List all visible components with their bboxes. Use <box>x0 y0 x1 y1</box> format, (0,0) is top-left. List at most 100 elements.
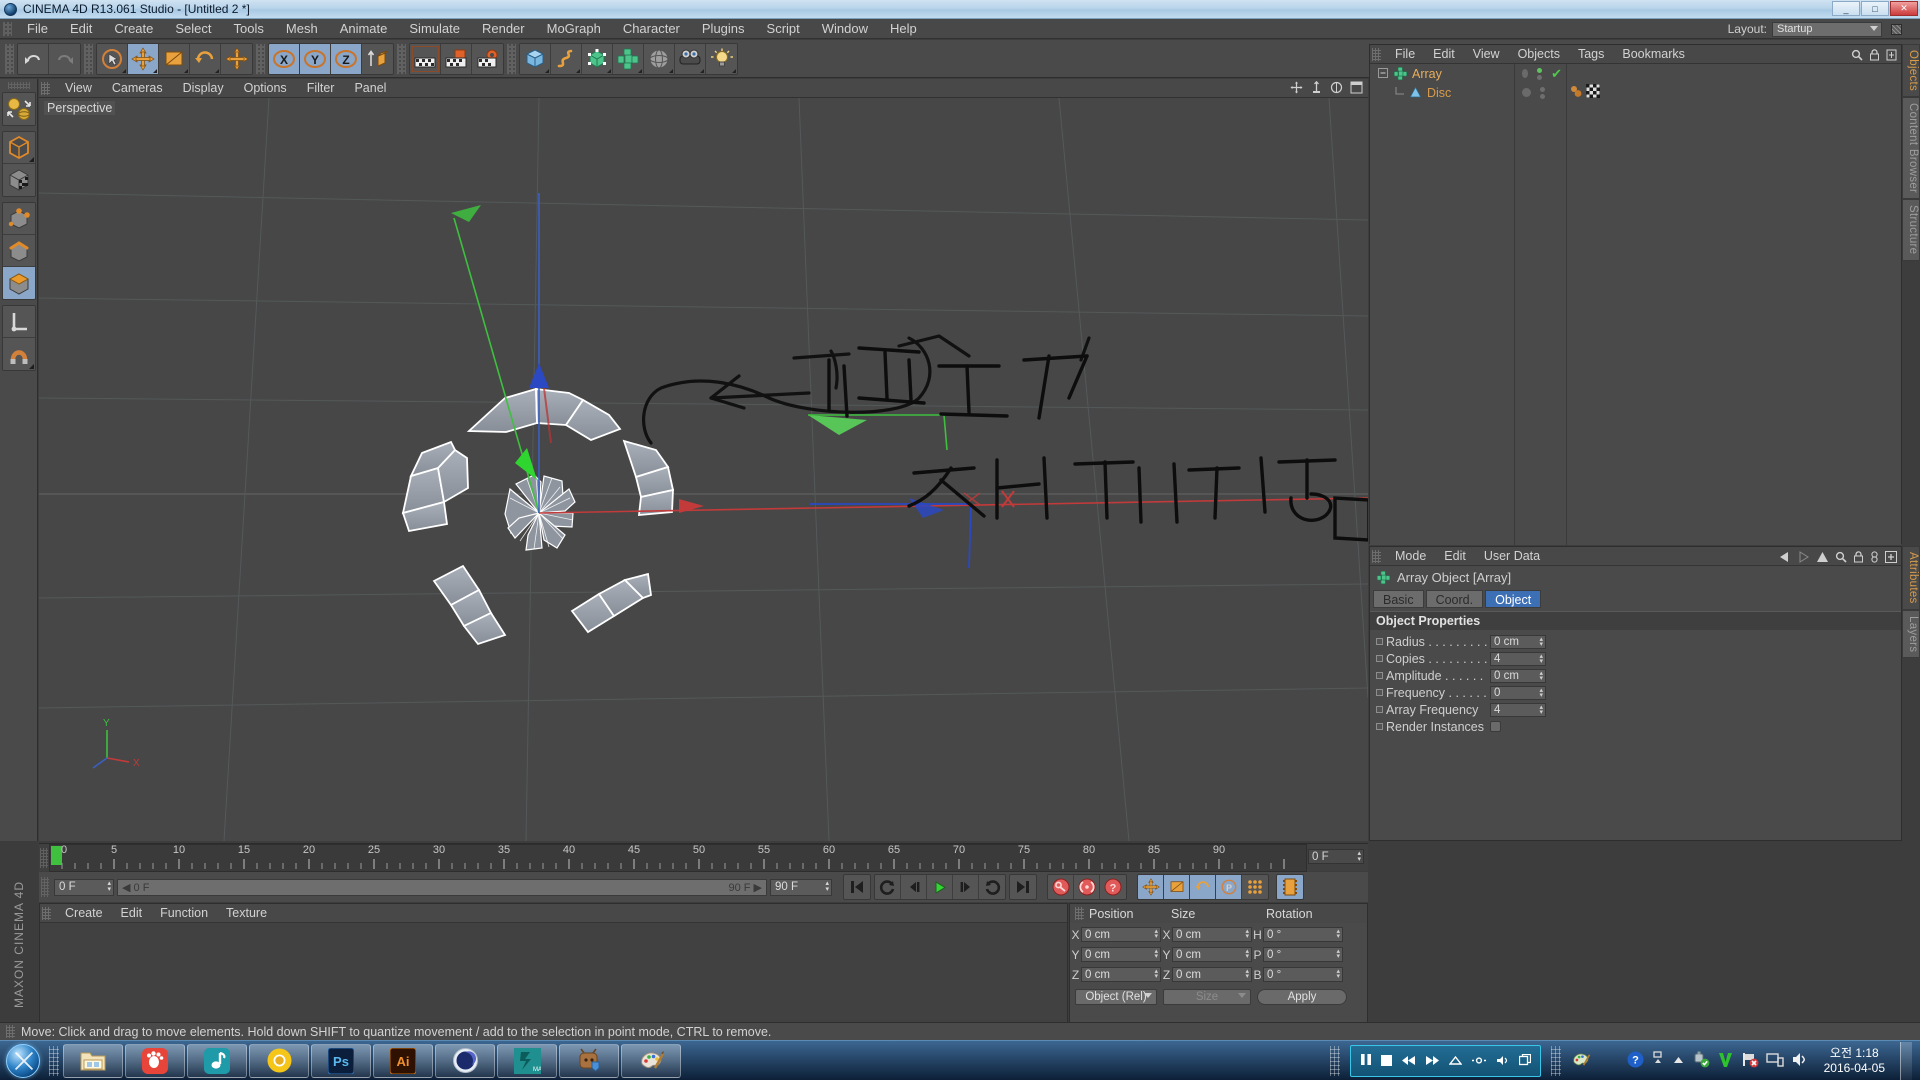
menu-mograph[interactable]: MoGraph <box>536 19 612 39</box>
size-z-field[interactable]: 0 cm ▴ ▾ <box>1172 967 1252 982</box>
property-bullet-icon[interactable] <box>1376 672 1383 679</box>
zoom-view-icon[interactable] <box>1310 80 1323 97</box>
spinner-icon[interactable]: ▴ ▾ <box>1336 948 1340 960</box>
property-field-radius[interactable]: 0 cm ▴ ▾ <box>1490 634 1546 649</box>
render-view-button[interactable] <box>410 43 441 74</box>
tab-coord[interactable]: Coord. <box>1425 590 1484 608</box>
taskbar-illustrator[interactable]: Ai <box>373 1043 433 1078</box>
tray-grip[interactable] <box>1329 1046 1340 1076</box>
add-camera-button[interactable] <box>675 43 706 74</box>
search-icon[interactable] <box>1851 48 1863 64</box>
menu-character[interactable]: Character <box>612 19 691 39</box>
property-field-copies[interactable]: 4 ▴ ▾ <box>1490 651 1546 666</box>
menu-render[interactable]: Render <box>471 19 536 39</box>
property-bullet-icon[interactable] <box>1376 723 1383 730</box>
spinner-icon[interactable]: ▴ ▾ <box>1357 850 1361 863</box>
viewport-menu-view[interactable]: View <box>55 79 102 98</box>
animation-toolbar-grip[interactable] <box>41 877 49 897</box>
tray-flag-error-icon[interactable] <box>1741 1051 1759 1071</box>
forward-arrow-icon[interactable] <box>1797 550 1810 566</box>
toolbar-grip-3[interactable] <box>256 43 265 74</box>
attr-menu-mode[interactable]: Mode <box>1386 547 1435 566</box>
media-eject-button[interactable] <box>1448 1053 1463 1069</box>
visibility-dots[interactable] <box>1540 86 1545 99</box>
timeline-button[interactable] <box>1277 875 1303 899</box>
viewport-menu-options[interactable]: Options <box>234 79 297 98</box>
position-x-field[interactable]: 0 cm ▴ ▾ <box>1081 927 1161 942</box>
media-pause-button[interactable] <box>1360 1053 1372 1069</box>
frame-range-slider[interactable]: ◀ 0 F 90 F ▶ <box>117 878 767 896</box>
taskbar-3dsmax[interactable]: MAX <box>497 1043 557 1078</box>
tray-antivirus-icon[interactable] <box>1717 1051 1734 1071</box>
size-x-field[interactable]: 0 cm ▴ ▾ <box>1172 927 1252 942</box>
menu-file[interactable]: File <box>16 19 59 39</box>
goto-end-button[interactable] <box>1010 875 1036 899</box>
apply-button[interactable]: Apply <box>1257 988 1347 1005</box>
property-field-amplitude[interactable]: 0 cm ▴ ▾ <box>1490 668 1546 683</box>
undo-button[interactable] <box>18 43 49 74</box>
palette-grip[interactable] <box>7 82 30 89</box>
spinner-icon[interactable]: ▴ ▾ <box>1336 968 1340 980</box>
side-tab-structure[interactable]: Structure <box>1902 199 1920 261</box>
polygons-mode-button[interactable] <box>2 267 35 299</box>
goto-start-button[interactable] <box>844 875 870 899</box>
status-bar-grip[interactable] <box>6 1025 15 1038</box>
record-active-objects-button[interactable] <box>1048 875 1074 899</box>
chain-icon[interactable] <box>1870 550 1879 566</box>
taskbar-explorer[interactable] <box>63 1043 123 1078</box>
tray-speaker-icon[interactable] <box>1791 1051 1809 1071</box>
viewport-menu-display[interactable]: Display <box>173 79 234 98</box>
matmgr-menu-create[interactable]: Create <box>56 904 112 923</box>
start-frame-field[interactable]: 0 F ▴ ▾ <box>54 878 114 896</box>
menu-plugins[interactable]: Plugins <box>691 19 756 39</box>
scale-tool[interactable] <box>159 43 190 74</box>
param-keyframe-toggle[interactable]: P <box>1216 875 1242 899</box>
viewport-menu-grip[interactable] <box>41 81 50 95</box>
toolbar-grip-1[interactable] <box>5 43 14 74</box>
rotate-tool[interactable] <box>190 43 221 74</box>
tray-help-icon[interactable]: ? <box>1627 1051 1644 1071</box>
objmgr-menu-tags[interactable]: Tags <box>1569 45 1613 64</box>
rotation-p-field[interactable]: 0 ° ▴ ▾ <box>1263 947 1343 962</box>
attr-menu-user-data[interactable]: User Data <box>1475 547 1549 566</box>
spinner-icon[interactable]: ▴ ▾ <box>1154 928 1158 940</box>
attr-menu-edit[interactable]: Edit <box>1435 547 1475 566</box>
tray-safely-remove-icon[interactable] <box>1692 1051 1710 1071</box>
menu-script[interactable]: Script <box>756 19 811 39</box>
render-region-button[interactable] <box>441 43 472 74</box>
property-field-frequency[interactable]: 0 ▴ ▾ <box>1490 685 1546 700</box>
expand-icon[interactable] <box>1886 48 1897 64</box>
pan-view-icon[interactable] <box>1290 81 1303 97</box>
side-tab-objects[interactable]: Objects <box>1902 44 1920 98</box>
redo-button[interactable] <box>49 43 80 74</box>
start-button[interactable] <box>0 1042 46 1080</box>
position-z-field[interactable]: 0 cm ▴ ▾ <box>1081 967 1161 982</box>
coordinates-grip[interactable] <box>1075 907 1084 920</box>
spinner-icon[interactable]: ▴ ▾ <box>1154 948 1158 960</box>
media-next-button[interactable] <box>1425 1053 1440 1069</box>
toolbar-grip-4[interactable] <box>397 43 406 74</box>
object-visibility-dots-array[interactable]: ✔ <box>1514 64 1562 83</box>
spinner-icon[interactable]: ▴ ▾ <box>1539 704 1543 716</box>
add-cube-button[interactable] <box>520 43 551 74</box>
end-frame-field[interactable]: 90 F ▴ ▾ <box>770 878 832 896</box>
add-icon[interactable] <box>1885 550 1897 566</box>
rotation-keyframe-toggle[interactable] <box>1190 875 1216 899</box>
tray-monitor-icon[interactable] <box>1765 1051 1784 1071</box>
menu-drag-grip[interactable] <box>3 21 12 36</box>
taskbar-paint-tray-icon[interactable] <box>1571 1050 1591 1073</box>
taskbar-chrome[interactable] <box>249 1043 309 1078</box>
side-tab-layers[interactable]: Layers <box>1902 609 1920 658</box>
spinner-icon[interactable]: ▴ ▾ <box>1539 670 1543 682</box>
spinner-icon[interactable]: ▴ ▾ <box>1154 968 1158 980</box>
minimize-button[interactable]: _ <box>1832 1 1860 16</box>
taskbar-clock[interactable]: 오전 1:18 2016-04-05 <box>1816 1046 1893 1076</box>
rotation-h-field[interactable]: 0 ° ▴ ▾ <box>1263 927 1343 942</box>
rotation-b-field[interactable]: 0 ° ▴ ▾ <box>1263 967 1343 982</box>
lock-icon[interactable] <box>1869 48 1880 64</box>
spinner-icon[interactable]: ▴ ▾ <box>1539 653 1543 665</box>
timeline-ruler[interactable]: 0 5 10 15 20 25 30 35 40 45 50 55 60 65 … <box>49 844 1307 872</box>
live-selection-tool[interactable] <box>97 43 128 74</box>
move-alt-tool[interactable] <box>221 43 252 74</box>
matmgr-menu-edit[interactable]: Edit <box>112 904 152 923</box>
